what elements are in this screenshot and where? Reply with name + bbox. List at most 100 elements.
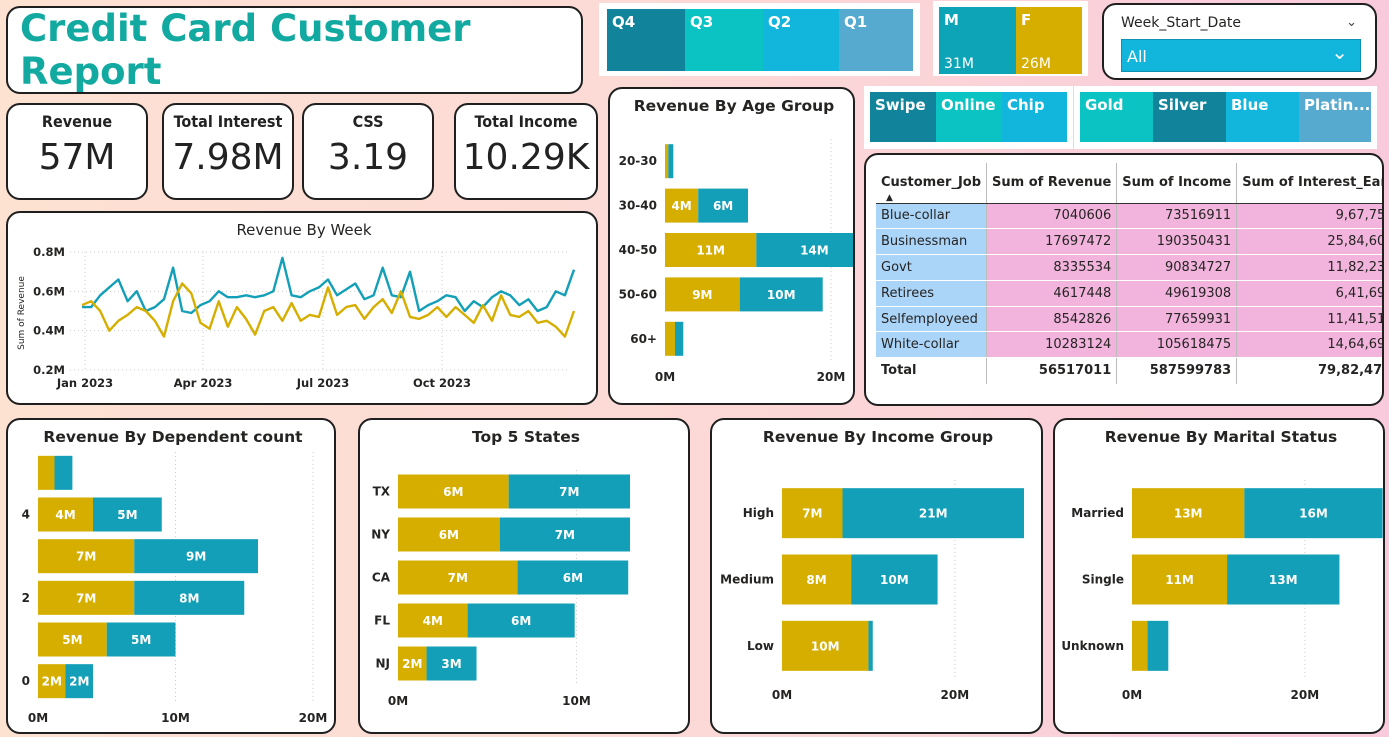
tile-label: Q1 (844, 13, 868, 31)
table-row[interactable]: Govt83355349083472711,82,230.84 (876, 254, 1382, 281)
category-label: Unknown (1061, 639, 1124, 653)
quarter-tile-q3[interactable]: Q3 (685, 9, 763, 71)
kpi-total-interest: Total Interest 7.98M (162, 103, 294, 200)
week-dropdown[interactable]: All ⌄ (1121, 39, 1361, 72)
table-row[interactable]: White-collar1028312410561847514,64,690.9… (876, 331, 1382, 359)
revenue-by-income-card: Revenue By Income Group 0M 20M High 7M 21M Med… (710, 418, 1043, 734)
data-label: 6M (713, 199, 733, 213)
x-tick-label: Jan 2023 (56, 376, 113, 390)
x-tick-label: 10M (562, 694, 591, 708)
quarter-tile-q1[interactable]: Q1 (839, 9, 913, 71)
x-tick-label: 0M (28, 711, 48, 725)
data-label: 16M (1299, 507, 1328, 521)
kpi-value: 7.98M (172, 137, 284, 178)
category-label: Married (1071, 506, 1124, 520)
table-cell: 8335534 (986, 254, 1118, 281)
x-tick-label: Oct 2023 (413, 376, 471, 390)
data-label: 7M (802, 507, 822, 521)
kpi-label: CSS (352, 112, 384, 131)
bar (1132, 620, 1148, 671)
chart-title: Revenue By Age Group (634, 97, 835, 115)
data-label: 4M (423, 614, 443, 628)
table-cell: White-collar (876, 331, 988, 359)
category-label: High (743, 506, 774, 520)
data-label: 5M (62, 633, 82, 647)
week-slicer-label: Week_Start_Date (1121, 15, 1242, 31)
x-tick-label: 20M (299, 711, 328, 725)
kpi-value: 10.29K (462, 137, 590, 178)
data-label: 6M (511, 614, 531, 628)
data-label: 9M (692, 288, 712, 302)
table-cell: 25,84,604.01 (1236, 228, 1382, 256)
category-label: 60+ (630, 332, 657, 346)
chevron-down-icon[interactable]: ⌄ (1346, 15, 1357, 30)
card-category-tile-gold[interactable]: Gold (1080, 92, 1153, 142)
quarter-slicer: Q4 Q3 Q2 Q1 (599, 3, 920, 76)
revenue-by-income-chart: Revenue By Income Group 0M 20M High 7M 21M Med… (720, 428, 1024, 702)
table-header[interactable]: Sum of Income (1116, 163, 1238, 204)
data-label: 6M (439, 528, 459, 542)
top-states-card: Top 5 States 0M 10M TX 6M 7M NY 6M 7M CA 7M 6M FL 4M 6… (358, 418, 690, 734)
kpi-value: 57M (38, 137, 116, 178)
customer-job-table-card: Customer_Job ▲ Sum of Revenue Sum of Inc… (864, 153, 1384, 406)
data-label: 7M (76, 550, 96, 564)
table-cell: 190350431 (1116, 228, 1238, 256)
table-row[interactable]: Businessman1769747219035043125,84,604.01 (876, 228, 1382, 256)
chart-title: Revenue By Dependent count (43, 428, 303, 446)
bar (674, 321, 684, 356)
category-label: NY (371, 528, 390, 542)
customer-job-table: Customer_Job ▲ Sum of Revenue Sum of Inc… (876, 163, 1382, 384)
table-header[interactable]: Sum of Interest_Earned (1236, 163, 1382, 204)
table-cell: Businessman (876, 228, 988, 256)
data-label: 2M (42, 675, 62, 689)
table-total-cell: 56517011 (986, 357, 1118, 384)
data-label: 8M (806, 573, 826, 587)
category-label: 30-40 (619, 199, 657, 213)
card-type-tile-chip[interactable]: Chip (1002, 92, 1067, 142)
card-type-tile-online[interactable]: Online (936, 92, 1002, 142)
kpi-label: Total Interest (173, 112, 283, 131)
revenue-by-week-card: Revenue By Week Sum of Revenue 0.8M 0.6M 0.4… (6, 211, 598, 405)
x-tick-label: 20M (941, 688, 970, 702)
table-cell: 73516911 (1116, 203, 1238, 230)
quarter-tile-q4[interactable]: Q4 (607, 9, 685, 71)
table-header[interactable]: Sum of Revenue (986, 163, 1118, 204)
gender-tile-f[interactable]: F 26M (1016, 7, 1082, 74)
bar (665, 144, 669, 179)
gender-tile-m[interactable]: M 31M (939, 7, 1016, 74)
top-states-chart: Top 5 States 0M 10M TX 6M 7M NY 6M 7M CA 7M 6M FL 4M 6… (371, 428, 630, 708)
table-cell: 6,41,692.22 (1236, 280, 1382, 307)
table-total-row: Total5651701158759978379,82,479.81 (876, 357, 1382, 384)
kpi-revenue: Revenue 57M (6, 103, 148, 200)
card-type-slicer: Swipe Online Chip (864, 86, 1073, 149)
card-category-tile-platinum[interactable]: Platin... (1299, 92, 1371, 142)
table-cell: 4617448 (986, 280, 1118, 307)
table-row[interactable]: Selfemployeed85428267765993111,41,510.40 (876, 306, 1382, 333)
kpi-label: Total Income (474, 112, 578, 131)
category-label: Low (747, 639, 774, 653)
data-label: 13M (1174, 507, 1203, 521)
revenue-by-dependent-chart: Revenue By Dependent count 0M 10M 20M 4 4M 5M 7… (22, 428, 328, 725)
card-type-tile-swipe[interactable]: Swipe (870, 92, 936, 142)
tile-label: Silver (1158, 96, 1207, 114)
tile-label: Blue (1231, 96, 1269, 114)
table-header[interactable]: Customer_Job ▲ (876, 163, 988, 204)
category-label: 40-50 (619, 243, 657, 257)
table-row[interactable]: Retirees4617448496193086,41,692.22 (876, 280, 1382, 307)
table-cell: 9,67,751.42 (1236, 203, 1382, 230)
bar (668, 144, 674, 179)
card-category-slicer: Gold Silver Blue Platin... (1074, 86, 1377, 149)
quarter-tile-q2[interactable]: Q2 (763, 9, 839, 71)
x-tick-label: 0M (388, 694, 408, 708)
revenue-by-week-chart: Revenue By Week Sum of Revenue 0.8M 0.6M 0.4… (17, 221, 576, 390)
x-tick-label: 0M (655, 370, 675, 384)
x-tick-label: Apr 2023 (174, 376, 233, 390)
card-category-tile-silver[interactable]: Silver (1153, 92, 1226, 142)
card-category-tile-blue[interactable]: Blue (1226, 92, 1299, 142)
category-label: 2 (22, 591, 30, 605)
table-row[interactable]: Blue-collar7040606735169119,67,751.42 (876, 203, 1382, 230)
tile-label: Q3 (690, 13, 714, 31)
x-tick-label: 20M (1291, 688, 1320, 702)
category-label: 4 (22, 508, 30, 522)
tile-label: F (1021, 11, 1032, 29)
